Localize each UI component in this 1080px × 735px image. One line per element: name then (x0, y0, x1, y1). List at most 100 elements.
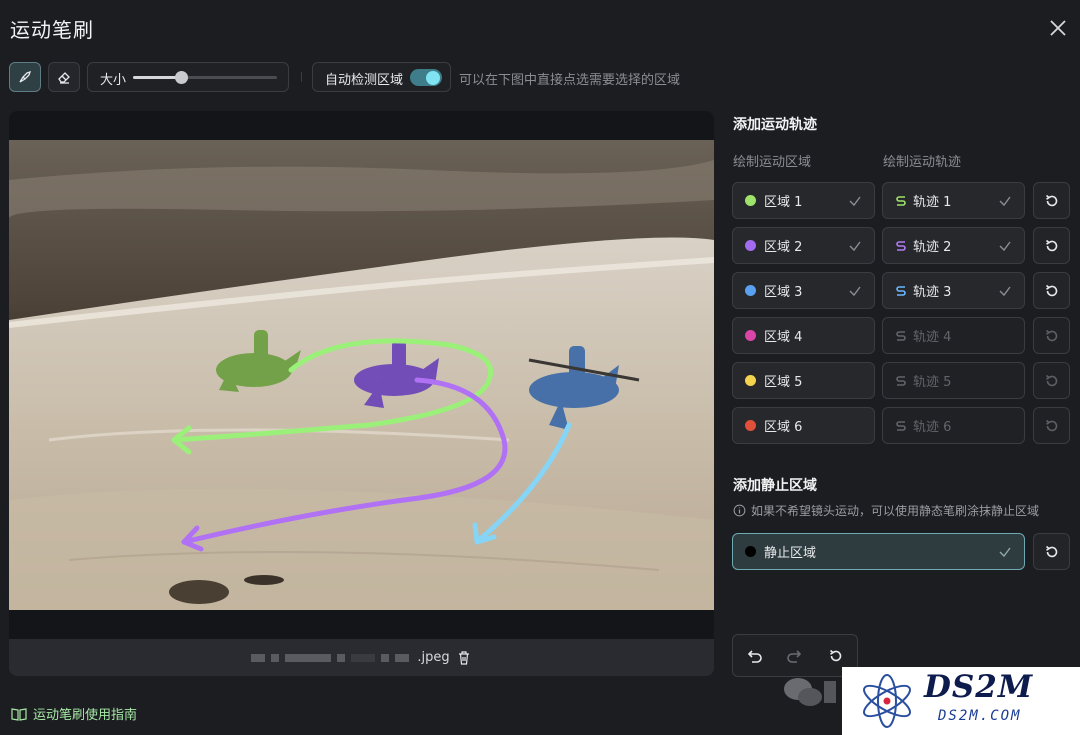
close-icon[interactable] (1046, 16, 1070, 40)
eraser-tool-button[interactable] (48, 62, 80, 92)
static-description: 如果不希望镜头运动，可以使用静态笔刷涂抹静止区域 (733, 502, 1039, 519)
check-icon (849, 241, 861, 252)
brush-tool-button[interactable] (9, 62, 41, 92)
reset-all-icon[interactable] (827, 648, 845, 664)
track-item[interactable]: 轨迹 5 (882, 362, 1025, 399)
blurred-filename (395, 653, 410, 662)
canvas-bottom-band (9, 610, 714, 639)
size-slider-thumb[interactable] (174, 71, 188, 84)
region-item[interactable]: 区域 3 (732, 272, 875, 309)
region-color-dot (745, 285, 756, 296)
blurred-filename (251, 653, 266, 662)
guide-link-label: 运动笔刷使用指南 (33, 708, 138, 723)
toggle-knob (426, 70, 440, 85)
watermark: DS2M DS2M.COM (842, 667, 1080, 735)
reset-icon (1045, 194, 1057, 206)
file-extension: .jpeg (417, 650, 450, 665)
track-label: 轨迹 3 (913, 285, 952, 300)
static-region-label: 静止区域 (764, 546, 817, 561)
reset-icon (1045, 419, 1057, 431)
region-label: 区域 6 (764, 420, 803, 435)
atom-logo-icon (863, 674, 911, 728)
track-item[interactable]: 轨迹 6 (882, 407, 1025, 444)
eraser-icon (58, 72, 70, 84)
motion-section-title: 添加运动轨迹 (733, 117, 817, 133)
reset-icon (1045, 284, 1057, 296)
size-slider[interactable] (133, 71, 277, 84)
region-label: 区域 5 (764, 375, 803, 390)
auto-detect-control: 自动检测区域 (312, 62, 451, 92)
row-reset-button[interactable] (1033, 317, 1070, 354)
track-label: 轨迹 4 (913, 330, 952, 345)
region-label: 区域 2 (764, 240, 803, 255)
toolbar-divider (301, 72, 302, 82)
row-reset-button[interactable] (1033, 227, 1070, 264)
redo-icon[interactable] (786, 648, 804, 664)
track-label: 轨迹 6 (913, 420, 952, 435)
check-icon (999, 196, 1011, 207)
row-reset-button[interactable] (1033, 362, 1070, 399)
static-color-dot (745, 546, 756, 557)
region-item[interactable]: 区域 5 (732, 362, 875, 399)
file-name-row: .jpeg (9, 639, 714, 676)
reset-icon (1045, 329, 1057, 341)
riders-photo[interactable] (9, 140, 714, 610)
region-item[interactable]: 区域 1 (732, 182, 875, 219)
guide-link[interactable]: 运动笔刷使用指南 (11, 704, 137, 723)
trajectory-icon (896, 330, 906, 341)
region-color-dot (745, 420, 756, 431)
watermark-logo-text: DS2M (924, 669, 1034, 705)
check-icon (999, 547, 1011, 558)
static-reset-button[interactable] (1033, 533, 1070, 570)
region-column-header: 绘制运动区域 (733, 155, 812, 170)
region-color-dot (745, 375, 756, 386)
region-item[interactable]: 区域 6 (732, 407, 875, 444)
wechat-icon (784, 678, 836, 706)
track-item[interactable]: 轨迹 1 (882, 182, 1025, 219)
check-icon (849, 196, 861, 207)
row-reset-button[interactable] (1033, 407, 1070, 444)
track-item[interactable]: 轨迹 4 (882, 317, 1025, 354)
auto-detect-toggle[interactable] (410, 69, 442, 86)
blurred-filename (381, 653, 390, 662)
region-item[interactable]: 区域 4 (732, 317, 875, 354)
track-label: 轨迹 1 (913, 195, 952, 210)
trash-icon[interactable] (456, 650, 472, 666)
track-item[interactable]: 轨迹 3 (882, 272, 1025, 309)
toolbar-hint: 可以在下图中直接点选需要选择的区域 (459, 73, 681, 88)
check-icon (849, 286, 861, 297)
size-slider-fill (133, 76, 181, 79)
row-reset-button[interactable] (1033, 272, 1070, 309)
region-color-dot (745, 330, 756, 341)
size-label: 大小 (100, 73, 127, 88)
static-section-title: 添加静止区域 (733, 478, 817, 494)
dialog-title: 运动笔刷 (10, 18, 94, 42)
reset-icon (1045, 239, 1057, 251)
brush-icon (19, 70, 32, 83)
undo-icon[interactable] (745, 648, 763, 664)
region-item[interactable]: 区域 2 (732, 227, 875, 264)
row-reset-button[interactable] (1033, 182, 1070, 219)
canvas-top-band (9, 111, 714, 140)
track-label: 轨迹 5 (913, 375, 952, 390)
info-icon (733, 504, 746, 517)
check-icon (999, 286, 1011, 297)
track-label: 轨迹 2 (913, 240, 952, 255)
auto-detect-label: 自动检测区域 (325, 73, 404, 88)
reset-icon (1045, 545, 1057, 557)
trajectory-icon (896, 285, 906, 296)
region-color-dot (745, 195, 756, 206)
brush-size-control: 大小 (87, 62, 289, 92)
watermark-url: DS2M.COM (938, 708, 1022, 724)
trajectory-icon (896, 420, 906, 431)
track-column-header: 绘制运动轨迹 (883, 155, 962, 170)
check-icon (999, 241, 1011, 252)
book-icon (11, 707, 27, 721)
blurred-filename (285, 653, 332, 662)
region-label: 区域 1 (764, 195, 803, 210)
track-item[interactable]: 轨迹 2 (882, 227, 1025, 264)
region-color-dot (745, 240, 756, 251)
static-region-item[interactable]: 静止区域 (732, 533, 1025, 570)
blurred-filename (337, 653, 346, 662)
static-description-text: 如果不希望镜头运动，可以使用静态笔刷涂抹静止区域 (751, 504, 1040, 518)
